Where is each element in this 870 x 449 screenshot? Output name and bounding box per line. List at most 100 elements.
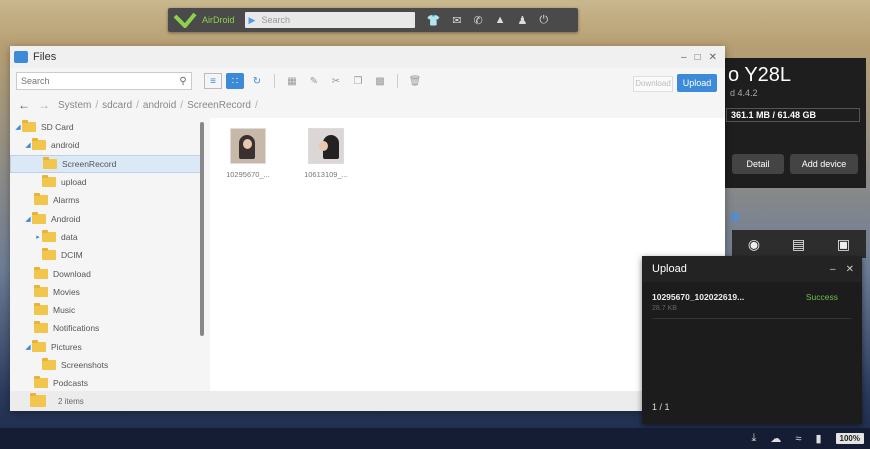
tree-item-movies[interactable]: Movies <box>10 283 202 301</box>
battery-indicator: 100% <box>835 433 864 444</box>
top-bar: AirDroid ▶ Search 👕 ✉ ✆ ▲ ♟ ⏻ <box>168 8 578 32</box>
breadcrumb-item[interactable]: System <box>58 100 91 111</box>
tree-item-label: Alarms <box>53 195 80 206</box>
window-titlebar[interactable]: Files – □ ✕ <box>10 46 725 68</box>
search-icon[interactable]: ⚲ <box>175 76 191 87</box>
tree-item-alarms[interactable]: Alarms <box>10 191 202 209</box>
files-window: Files – □ ✕ ⚲ ≡ ∷ ↻ ▦ ✎ ✂ ❐ ▩ 🗑 Download… <box>10 46 725 411</box>
folder-icon <box>34 266 48 279</box>
folder-icon <box>34 284 48 297</box>
cut-icon[interactable]: ✂ <box>327 73 345 89</box>
upload-panel-title: Upload <box>652 263 687 275</box>
tree-item-android-folder[interactable]: ◢ Android <box>10 209 202 227</box>
folder-icon <box>34 193 48 206</box>
top-search-placeholder: Search <box>261 15 290 25</box>
upload-panel: Upload – ✕ 10295670_102022619... 28.7 KB… <box>642 256 862 424</box>
cloud-icon[interactable]: ☁ <box>770 432 781 445</box>
list-view-icon[interactable]: ≡ <box>204 73 222 89</box>
file-thumbnail[interactable]: 10295670_... <box>220 128 276 179</box>
camera-icon[interactable]: ◉ <box>748 236 760 253</box>
file-name: 10295670_... <box>226 170 270 179</box>
tree-item-notifications[interactable]: Notifications <box>10 319 202 337</box>
power-icon[interactable]: ⏻ <box>539 14 548 27</box>
refresh-icon[interactable]: ↻ <box>248 73 266 89</box>
breadcrumb-item[interactable]: sdcard <box>102 100 132 111</box>
expand-arrow-icon[interactable]: ◢ <box>14 123 22 131</box>
folder-icon <box>42 248 56 261</box>
clipboard-icon[interactable]: ▤ <box>792 236 805 253</box>
maximize-icon[interactable]: □ <box>695 52 701 63</box>
airdroid-logo-icon[interactable] <box>168 8 202 32</box>
tree-item-label: Pictures <box>51 341 82 352</box>
tree-scrollbar[interactable] <box>200 122 204 336</box>
storage-indicator: 361.1 MB / 61.48 GB <box>726 108 860 122</box>
tree-item-label: DCIM <box>61 250 83 261</box>
upload-panel-header[interactable]: Upload – ✕ <box>642 256 862 282</box>
device-panel: o Y28L d 4.4.2 361.1 MB / 61.48 GB Detai… <box>720 58 866 188</box>
tree-item-sd-card[interactable]: ◢ SD Card <box>10 118 202 136</box>
book-icon[interactable]: ▣ <box>837 236 850 253</box>
tree-item-label: Movies <box>53 286 80 297</box>
download-icon[interactable]: ⤓ <box>752 432 757 445</box>
tree-item-label: Podcasts <box>53 378 88 389</box>
close-icon[interactable]: ✕ <box>709 52 717 63</box>
tree-item-label: Screenshots <box>61 360 109 370</box>
tree-item-music[interactable]: Music <box>10 301 202 319</box>
folder-app-icon <box>14 51 28 63</box>
upload-status: Success <box>805 292 838 302</box>
tree-item-podcasts[interactable]: Podcasts <box>10 374 202 391</box>
minimize-icon[interactable]: – <box>830 264 836 275</box>
tree-item-upload[interactable]: upload <box>10 173 202 191</box>
user-icon[interactable]: ♟ <box>518 14 528 27</box>
shirt-icon[interactable]: 👕 <box>427 14 441 27</box>
upload-file-size: 28.7 KB <box>652 305 677 312</box>
folder-icon <box>43 156 57 169</box>
upload-button[interactable]: Upload <box>677 74 717 92</box>
delete-icon[interactable]: 🗑 <box>406 73 424 89</box>
breadcrumb: ← → System / sdcard / android / ScreenRe… <box>18 98 258 112</box>
wifi-icon: ≈ <box>795 432 802 445</box>
mail-icon[interactable]: ✉ <box>452 14 461 27</box>
folder-icon <box>42 358 56 370</box>
tree-item-data[interactable]: ▸ data <box>10 228 202 246</box>
files-search-box[interactable]: ⚲ <box>16 72 192 90</box>
top-search-box[interactable]: ▶ Search <box>244 12 415 28</box>
new-folder-icon[interactable]: ▦ <box>283 73 301 89</box>
tree-item-android[interactable]: ◢ android <box>10 136 202 154</box>
rename-icon[interactable]: ✎ <box>305 73 323 89</box>
file-thumbnail[interactable]: 10613109_... <box>298 128 354 179</box>
minimize-icon[interactable]: – <box>681 52 687 63</box>
tree-item-dcim[interactable]: DCIM <box>10 246 202 264</box>
tree-item-pictures[interactable]: ◢ Pictures <box>10 338 202 356</box>
paste-icon[interactable]: ▩ <box>371 73 389 89</box>
tree-item-screenshots[interactable]: Screenshots <box>10 356 202 374</box>
breadcrumb-item[interactable]: ScreenRecord <box>187 100 251 111</box>
close-icon[interactable]: ✕ <box>846 264 854 275</box>
upload-icon[interactable]: ▲ <box>495 14 506 27</box>
app-dock: ◉ ▤ ▣ <box>732 230 866 258</box>
folder-tree: ◢ SD Card ◢ android ScreenRecord upload … <box>10 118 202 391</box>
signal-icon: ▮ <box>815 433 822 445</box>
download-button[interactable]: Download <box>633 76 673 92</box>
file-name: 10613109_... <box>304 170 348 179</box>
detail-button[interactable]: Detail <box>732 154 784 174</box>
tree-item-screenrecord[interactable]: ScreenRecord <box>10 154 202 173</box>
upload-row: 10295670_102022619... 28.7 KB Success <box>652 292 852 312</box>
breadcrumb-item[interactable]: android <box>143 100 176 111</box>
tree-item-download[interactable]: Download <box>10 264 202 282</box>
collapse-arrow-icon[interactable]: ▸ <box>34 233 42 241</box>
back-arrow-icon[interactable]: ← <box>18 98 30 112</box>
copy-icon[interactable]: ❐ <box>349 73 367 89</box>
upload-count: 1 / 1 <box>652 402 670 412</box>
expand-arrow-icon[interactable]: ◢ <box>24 215 32 223</box>
folder-icon <box>32 211 46 224</box>
expand-arrow-icon[interactable]: ◢ <box>24 141 32 149</box>
forward-arrow-icon[interactable]: → <box>38 98 50 112</box>
expand-arrow-icon[interactable]: ◢ <box>24 343 32 351</box>
folder-icon <box>34 303 48 316</box>
tree-item-label: android <box>51 140 80 151</box>
add-device-button[interactable]: Add device <box>790 154 858 174</box>
files-search-input[interactable] <box>21 76 175 86</box>
phone-icon[interactable]: ✆ <box>473 14 482 27</box>
grid-view-icon[interactable]: ∷ <box>226 73 244 89</box>
